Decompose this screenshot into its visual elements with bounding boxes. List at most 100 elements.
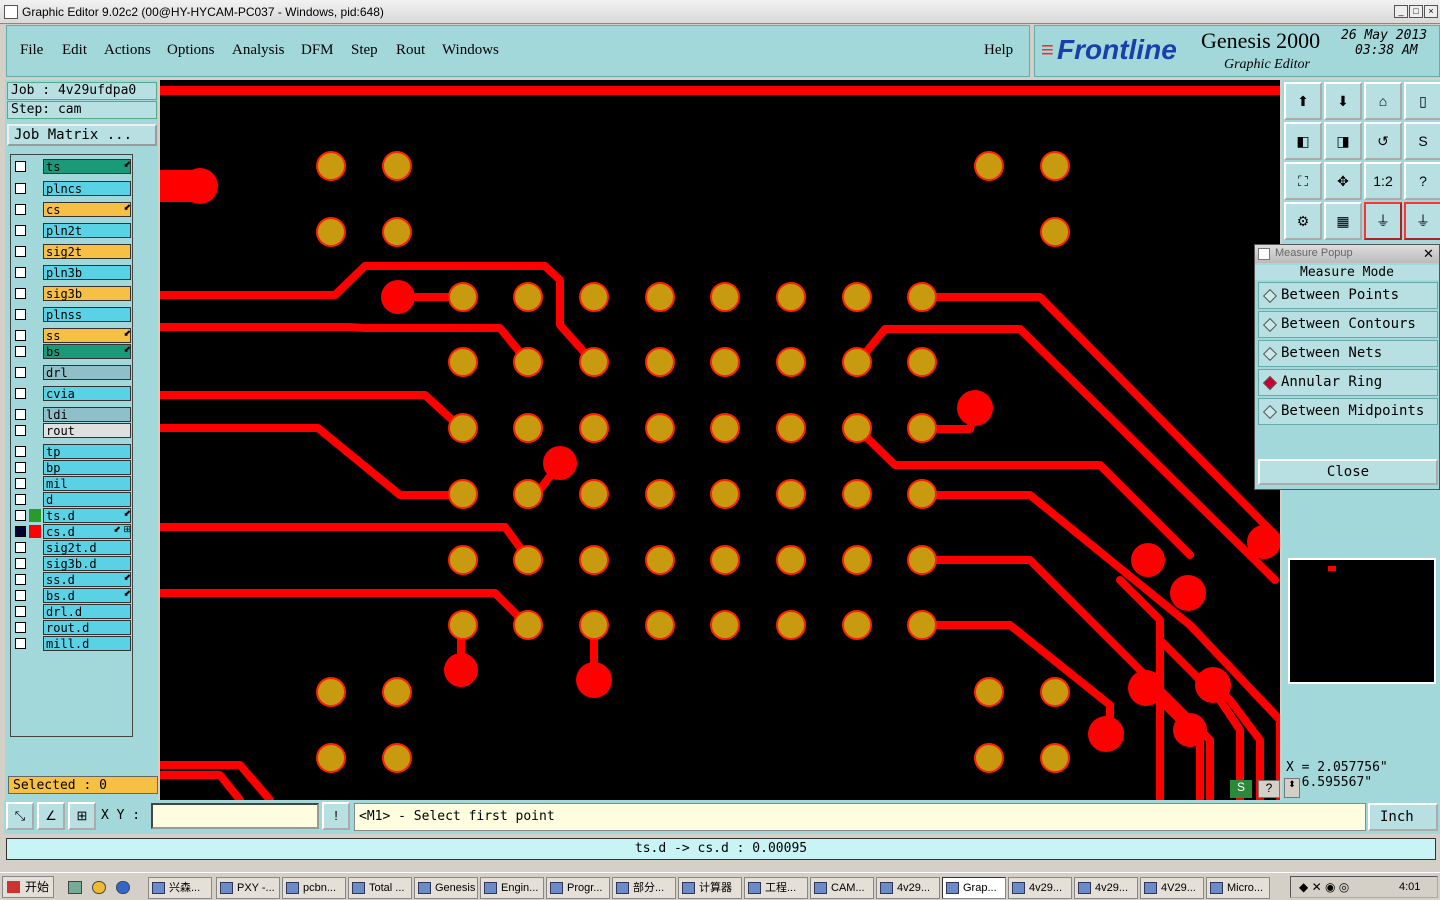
menu-options[interactable]: Options <box>167 42 215 59</box>
taskbar-item[interactable]: Grap... <box>942 877 1006 899</box>
alert-icon[interactable]: ! <box>322 802 350 830</box>
layer-row[interactable]: ss ⬋ <box>13 328 133 343</box>
layer-checkbox[interactable] <box>15 446 26 457</box>
layer-checkbox[interactable] <box>15 494 26 505</box>
layer-name-plnss[interactable]: plnss <box>43 307 131 322</box>
layer-name-sig3b.d[interactable]: sig3b.d <box>43 556 131 571</box>
measure-option[interactable]: Between Midpoints <box>1258 398 1438 425</box>
grid-icon[interactable]: ▦ <box>1324 202 1362 240</box>
layer-name-mil[interactable]: mil <box>43 476 131 491</box>
layer-checkbox[interactable] <box>15 346 26 357</box>
net-tool-icon[interactable]: ⏚ <box>1364 202 1402 240</box>
layer-name-sig2t.d[interactable]: sig2t.d <box>43 540 131 555</box>
query-icon[interactable]: ? <box>1404 162 1440 200</box>
layer-row[interactable]: drl.d <box>13 604 133 619</box>
layer-checkbox[interactable] <box>15 246 26 257</box>
layer-checkbox[interactable] <box>15 558 26 569</box>
maximize-button[interactable]: □ <box>1409 5 1423 18</box>
layer-checkbox[interactable] <box>15 622 26 633</box>
layer-row[interactable]: tp <box>13 444 133 459</box>
taskbar-item[interactable]: Engin... <box>480 877 544 899</box>
layer-name-drl[interactable]: drl <box>43 365 131 380</box>
layer-name-sig2t[interactable]: sig2t <box>43 244 131 259</box>
layer-row[interactable]: drl <box>13 365 133 380</box>
taskbar-item[interactable]: CAM... <box>810 877 874 899</box>
measure-option[interactable]: Between Points <box>1258 282 1438 309</box>
layer-row[interactable]: plnss <box>13 307 133 322</box>
taskbar-item[interactable]: Progr... <box>546 877 610 899</box>
layer-row[interactable]: mill.d <box>13 636 133 651</box>
layer-row[interactable]: rout <box>13 423 133 438</box>
layer-checkbox[interactable] <box>15 542 26 553</box>
layer-checkbox[interactable] <box>15 309 26 320</box>
layer-checkbox[interactable] <box>15 462 26 473</box>
layer-row[interactable]: pln3b <box>13 265 133 280</box>
zoom-fit-icon[interactable]: ⛶ <box>1284 162 1322 200</box>
taskbar-item[interactable]: Total ... <box>348 877 412 899</box>
snap-mode-icon[interactable]: ⤡ <box>6 802 34 830</box>
layer-checkbox[interactable] <box>15 590 26 601</box>
taskbar-item[interactable]: 4v29... <box>1074 877 1138 899</box>
layer-row[interactable]: sig3b.d <box>13 556 133 571</box>
xy-input[interactable] <box>151 803 319 829</box>
menu-analysis[interactable]: Analysis <box>232 42 285 59</box>
measure-option[interactable]: Between Contours <box>1258 311 1438 338</box>
layer-name-pln2t[interactable]: pln2t <box>43 223 131 238</box>
layer-name-ss.d[interactable]: ss.d <box>43 572 131 587</box>
layer-name-ss[interactable]: ss <box>43 328 131 343</box>
layer-row[interactable]: ss.d ⬋ <box>13 572 133 587</box>
measure-option[interactable]: Annular Ring <box>1258 369 1438 396</box>
quicklaunch-desktop-icon[interactable] <box>68 881 82 894</box>
redraw-icon[interactable]: S <box>1404 122 1440 160</box>
taskbar-item[interactable]: pcbn... <box>282 877 346 899</box>
pan-right-icon[interactable]: ◨ <box>1324 122 1362 160</box>
overview-map[interactable] <box>1288 558 1436 684</box>
layer-checkbox[interactable] <box>15 330 26 341</box>
layer-row[interactable]: mil <box>13 476 133 491</box>
taskbar-item[interactable]: 4v29... <box>876 877 940 899</box>
menu-edit[interactable]: Edit <box>62 42 87 59</box>
menu-file[interactable]: File <box>20 42 43 59</box>
popup-close-button[interactable]: Close <box>1258 459 1438 485</box>
taskbar-item[interactable]: 4V29... <box>1140 877 1204 899</box>
layer-row[interactable]: cvia <box>13 386 133 401</box>
layer-name-ldi[interactable]: ldi <box>43 407 131 422</box>
pan-left-icon[interactable]: ◧ <box>1284 122 1322 160</box>
taskbar-item[interactable]: PXY -... <box>216 877 280 899</box>
layer-checkbox[interactable] <box>15 574 26 585</box>
window-split-icon[interactable]: ▯ <box>1404 82 1440 120</box>
layer-row[interactable]: bp <box>13 460 133 475</box>
layer-row[interactable]: sig2t.d <box>13 540 133 555</box>
menu-step[interactable]: Step <box>351 42 378 59</box>
measure-option[interactable]: Between Nets <box>1258 340 1438 367</box>
layer-name-rout.d[interactable]: rout.d <box>43 620 131 635</box>
measure-tool-icon[interactable]: ⚙ <box>1284 202 1322 240</box>
layer-name-bs[interactable]: bs <box>43 344 131 359</box>
layer-checkbox[interactable] <box>15 638 26 649</box>
graphic-canvas[interactable] <box>160 80 1280 800</box>
popup-close-icon[interactable]: ✕ <box>1423 246 1434 261</box>
layer-checkbox[interactable] <box>15 510 26 521</box>
layer-row[interactable]: rout.d <box>13 620 133 635</box>
undo-view-icon[interactable]: ↺ <box>1364 122 1402 160</box>
job-matrix-button[interactable]: Job Matrix ... <box>7 124 157 146</box>
menu-dfm[interactable]: DFM <box>301 42 334 59</box>
taskbar-item[interactable]: Genesis <box>414 877 478 899</box>
layer-row[interactable]: ts.d ⬋ <box>13 508 133 523</box>
layer-checkbox[interactable] <box>15 409 26 420</box>
layer-name-d[interactable]: d <box>43 492 131 507</box>
layer-row[interactable]: bs ⬋ <box>13 344 133 359</box>
layer-checkbox[interactable] <box>15 388 26 399</box>
layer-row[interactable]: ldi <box>13 407 133 422</box>
grid-snap-icon[interactable]: ⊞ <box>68 802 96 830</box>
layer-checkbox[interactable] <box>15 425 26 436</box>
layer-checkbox[interactable] <box>15 183 26 194</box>
menu-windows[interactable]: Windows <box>442 42 499 59</box>
unit-selector[interactable]: Inch <box>1368 803 1438 831</box>
layer-name-sig3b[interactable]: sig3b <box>43 286 131 301</box>
close-window-button[interactable]: × <box>1424 5 1438 18</box>
layer-row[interactable]: bs.d ⬋ <box>13 588 133 603</box>
layer-name-plncs[interactable]: plncs <box>43 181 131 196</box>
snap-icon[interactable]: S <box>1230 780 1252 798</box>
layer-name-pln3b[interactable]: pln3b <box>43 265 131 280</box>
